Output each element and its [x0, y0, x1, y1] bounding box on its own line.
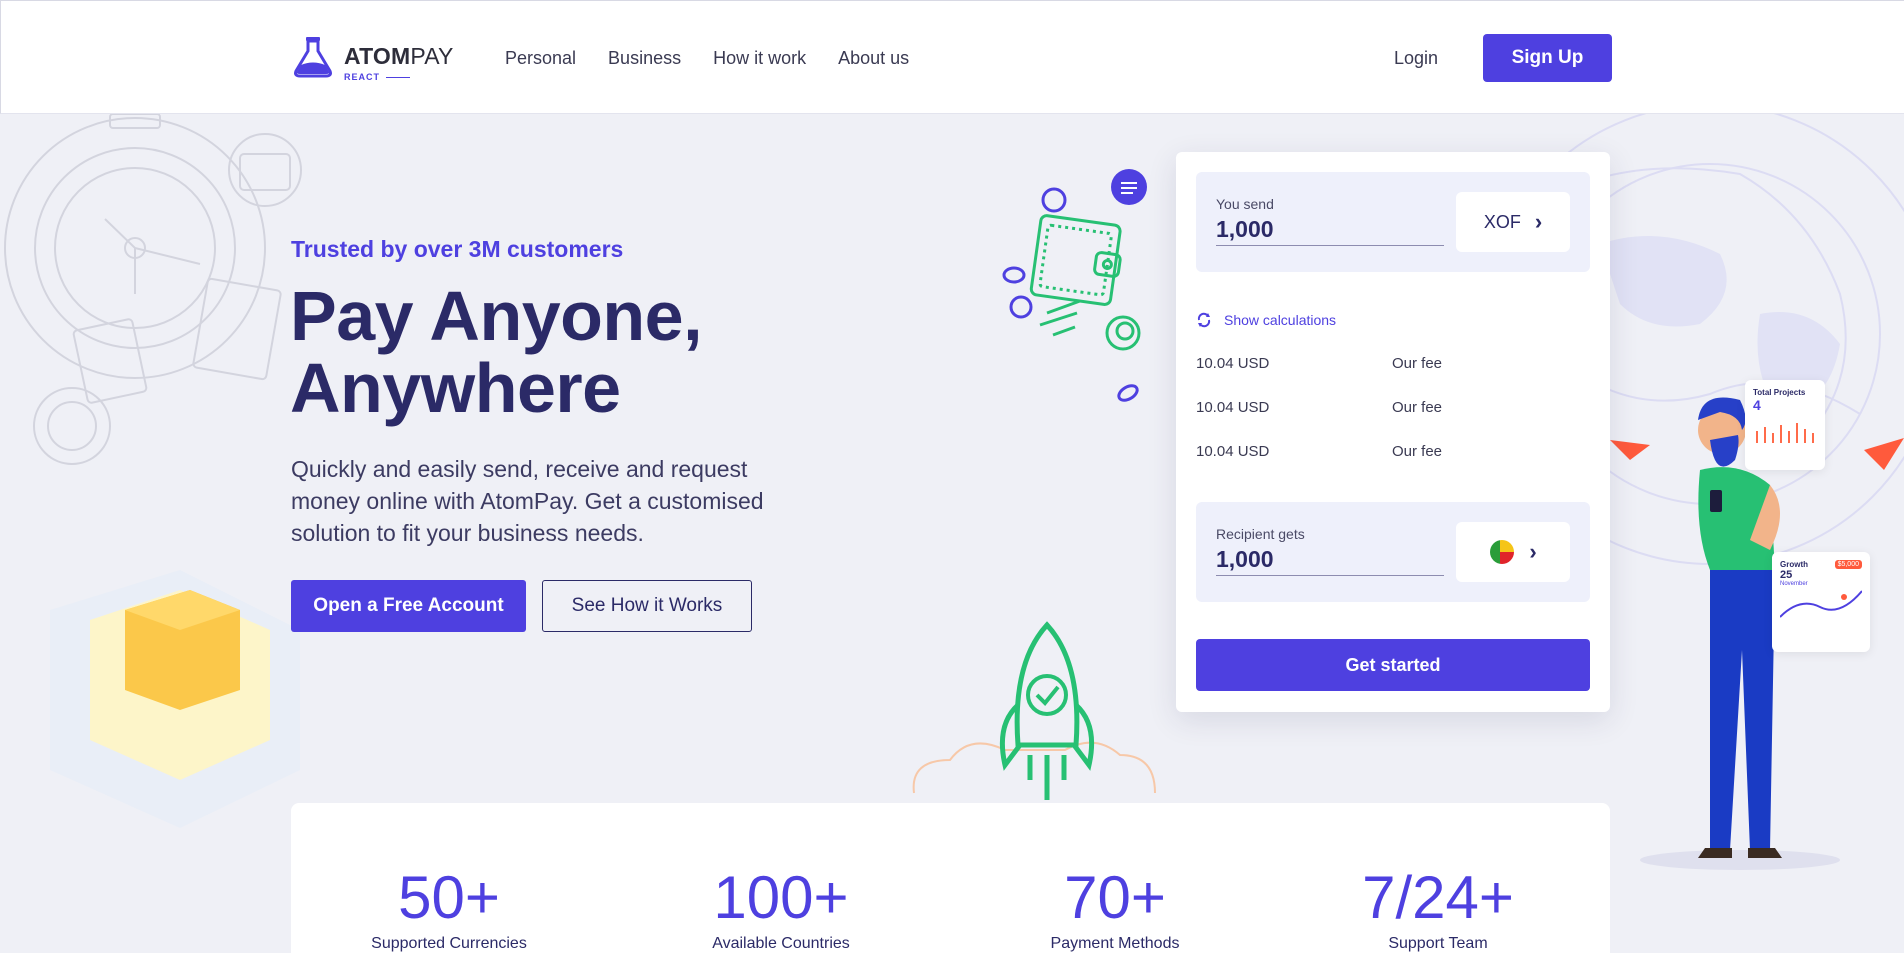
fee-amount: 10.04 USD — [1196, 443, 1270, 460]
rocket-illustration — [912, 621, 1156, 800]
receive-currency-select[interactable]: › — [1456, 522, 1570, 582]
recipient-gets-box: Recipient gets 1,000 › — [1196, 502, 1590, 602]
stat-support-team: 7/24+ Support Team — [1318, 867, 1558, 953]
total-projects-label: Total Projects — [1753, 388, 1806, 397]
you-send-input[interactable]: 1,000 — [1216, 216, 1444, 246]
flask-logo-icon — [294, 37, 332, 78]
nav-business[interactable]: Business — [608, 48, 681, 69]
fee-label: Our fee — [1392, 355, 1443, 372]
nav-about-us[interactable]: About us — [838, 48, 909, 69]
sign-up-button[interactable]: Sign Up — [1483, 34, 1612, 82]
cube-illustration — [50, 570, 300, 828]
hero-headline: Pay Anyone, Anywhere — [290, 277, 703, 427]
chevron-right-icon: › — [1529, 539, 1537, 564]
open-free-account-button[interactable]: Open a Free Account — [291, 580, 526, 632]
stat-number: 7/24+ — [1362, 864, 1514, 931]
fee-label: Our fee — [1392, 399, 1443, 416]
stat-number: 50+ — [398, 864, 500, 931]
stat-caption: Payment Methods — [1050, 935, 1180, 952]
stats-panel: 50+ Supported Currencies 100+ Available … — [291, 803, 1610, 953]
growth-line-icon — [1779, 590, 1863, 618]
stat-number: 70+ — [1064, 864, 1166, 931]
total-projects-card: Total Projects 4 — [1745, 380, 1825, 470]
you-send-box: You send 1,000 XOF › — [1196, 172, 1590, 272]
hero-tagline: Trusted by over 3M customers — [291, 236, 624, 262]
fee-amount: 10.04 USD — [1196, 355, 1270, 372]
stat-supported-currencies: 50+ Supported Currencies — [329, 867, 569, 953]
nav-personal[interactable]: Personal — [505, 48, 576, 69]
stat-caption: Supported Currencies — [371, 935, 527, 952]
growth-label: Growth — [1780, 560, 1808, 569]
login-link[interactable]: Login — [1394, 48, 1438, 69]
main-nav: Personal Business How it work About us — [505, 48, 909, 69]
hero-description: Quickly and easily send, receive and req… — [291, 456, 764, 546]
stat-caption: Support Team — [1388, 935, 1488, 952]
stat-number: 100+ — [713, 864, 849, 931]
get-started-button[interactable]: Get started — [1196, 639, 1590, 691]
nav-how-it-work[interactable]: How it work — [713, 48, 806, 69]
fee-amount: 10.04 USD — [1196, 399, 1270, 416]
stat-caption: Available Countries — [712, 935, 850, 952]
send-currency-select[interactable]: XOF › — [1456, 192, 1570, 252]
show-calculations-toggle[interactable]: Show calculations — [1196, 312, 1336, 328]
total-projects-value: 4 — [1753, 397, 1761, 413]
stat-payment-methods: 70+ Payment Methods — [995, 867, 1235, 953]
bar-sparkline-icon — [1756, 423, 1814, 443]
you-send-label: You send — [1216, 196, 1274, 212]
site-header: ATOMPAY REACT Personal Business How it w… — [0, 0, 1904, 114]
logo[interactable]: ATOMPAY REACT — [292, 35, 454, 82]
money-converter-card: You send 1,000 XOF › Show calculations 1… — [1176, 152, 1610, 712]
clock-documents-illustration — [4, 114, 302, 465]
growth-value: 25 — [1780, 569, 1793, 581]
show-calculations-label: Show calculations — [1224, 312, 1337, 328]
recipient-gets-label: Recipient gets — [1216, 526, 1305, 542]
recipient-gets-input[interactable]: 1,000 — [1216, 546, 1444, 576]
stat-available-countries: 100+ Available Countries — [661, 867, 901, 953]
fee-label: Our fee — [1392, 443, 1443, 460]
send-currency-code: XOF — [1483, 211, 1521, 232]
growth-badge: $5,000 — [1834, 560, 1862, 569]
refresh-icon — [1197, 312, 1211, 328]
brand-sub: REACT — [344, 72, 454, 82]
benin-flag-icon — [1490, 540, 1515, 564]
growth-card: Growth $5,000 25 November — [1772, 552, 1870, 652]
wallet-coins-illustration — [1002, 169, 1147, 402]
chevron-right-icon: › — [1534, 209, 1543, 234]
brand-name: ATOMPAY — [344, 43, 454, 69]
see-how-it-works-button[interactable]: See How it Works — [542, 580, 752, 632]
